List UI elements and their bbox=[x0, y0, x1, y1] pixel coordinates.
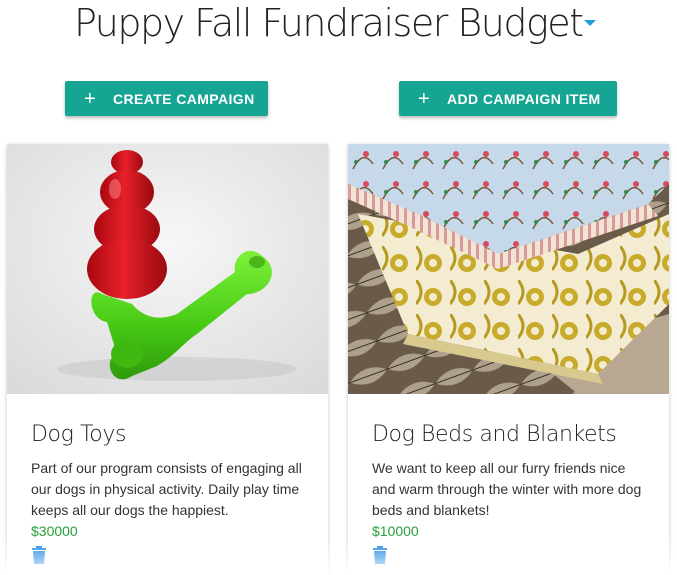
card-title: Dog Beds and Blankets bbox=[372, 422, 617, 447]
dog-toys-photo bbox=[7, 144, 328, 394]
plus-icon: + bbox=[417, 87, 431, 110]
card-description: Part of our program consists of engaging… bbox=[31, 460, 302, 518]
trash-icon[interactable] bbox=[31, 546, 47, 569]
card-amount: $10000 bbox=[372, 523, 419, 539]
create-campaign-button[interactable]: + CREATE CAMPAIGN bbox=[65, 81, 268, 116]
caret-down-icon[interactable] bbox=[584, 20, 596, 26]
add-campaign-item-label: ADD CAMPAIGN ITEM bbox=[447, 90, 601, 107]
create-campaign-label: CREATE CAMPAIGN bbox=[113, 90, 255, 107]
page-header: Puppy Fall Fundraiser Budget bbox=[0, 0, 677, 50]
add-campaign-item-button[interactable]: + ADD CAMPAIGN ITEM bbox=[399, 81, 617, 116]
trash-icon[interactable] bbox=[372, 546, 388, 569]
plus-icon: + bbox=[83, 87, 97, 110]
card-description: We want to keep all our furry friends ni… bbox=[372, 460, 642, 518]
campaign-card: Dog Beds and Blankets We want to keep al… bbox=[348, 144, 669, 575]
dog-beds-photo bbox=[348, 144, 669, 394]
page-title: Puppy Fall Fundraiser Budget bbox=[74, 1, 584, 45]
card-amount: $30000 bbox=[31, 523, 78, 539]
campaign-card: Dog Toys Part of our program consists of… bbox=[7, 144, 328, 575]
card-title: Dog Toys bbox=[31, 422, 127, 447]
